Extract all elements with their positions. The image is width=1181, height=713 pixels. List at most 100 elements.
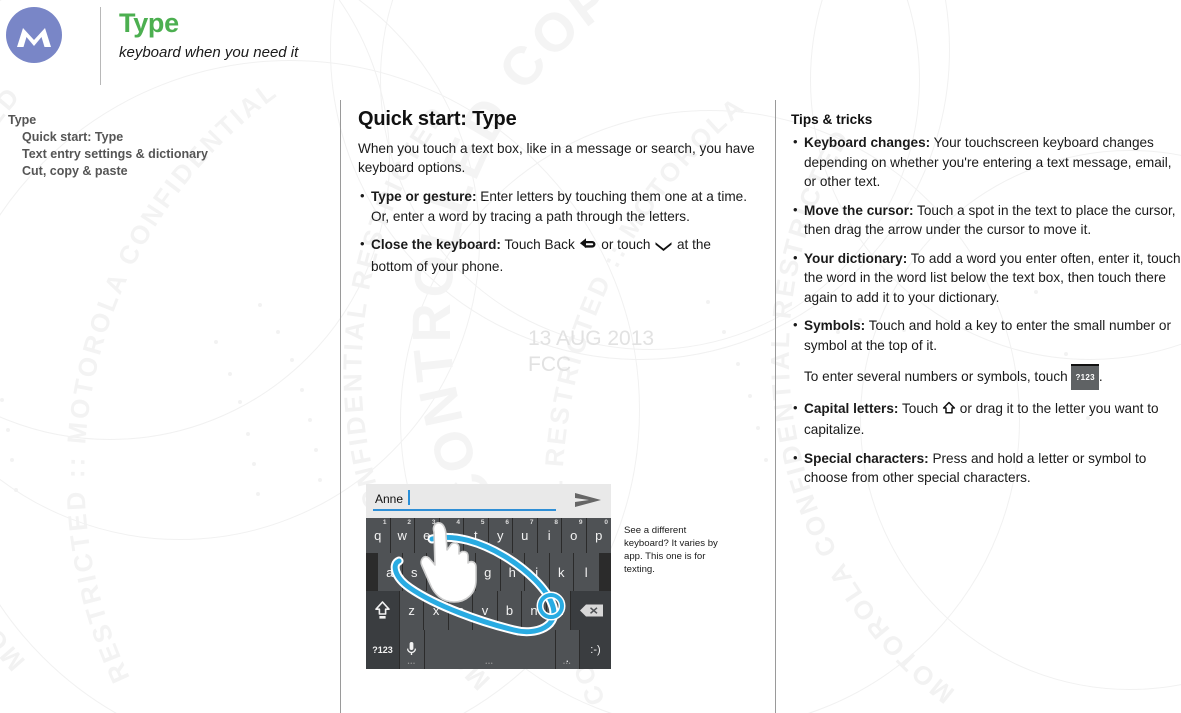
column-divider-left: [340, 100, 341, 713]
motorola-logo-icon: [6, 7, 62, 63]
toc-item-cut-copy-paste[interactable]: Cut, copy & paste: [8, 163, 308, 180]
key-j[interactable]: j: [525, 553, 550, 591]
key-d[interactable]: d: [427, 553, 452, 591]
microphone-key-icon[interactable]: •••: [400, 630, 425, 669]
backspace-key-icon[interactable]: [571, 591, 612, 630]
message-input-bar[interactable]: Anne: [366, 484, 611, 518]
key-label: t: [473, 528, 478, 543]
key-label: e: [423, 528, 431, 543]
main-content-column: Quick start: Type When you touch a text …: [358, 108, 756, 285]
key-p[interactable]: 0p: [586, 518, 611, 553]
tip-your-dictionary: Your dictionary: To add a word you enter…: [791, 248, 1181, 308]
key-label: r: [449, 528, 454, 543]
key-m[interactable]: m: [546, 591, 572, 630]
key-label: c: [457, 603, 464, 618]
symbols-key[interactable]: ?123: [366, 630, 400, 669]
toc-item-text-entry-settings[interactable]: Text entry settings & dictionary: [8, 146, 308, 163]
key-l[interactable]: l: [574, 553, 599, 591]
bullet-text-before: Touch Back: [500, 237, 579, 252]
chevron-down-icon: [654, 237, 673, 257]
fcc-stamp-label: FCC: [528, 353, 572, 376]
tip-label: Symbols:: [804, 318, 866, 333]
key-c[interactable]: c: [448, 591, 474, 630]
keyboard-caption: See a different keyboard? It varies by a…: [624, 525, 718, 575]
key-q[interactable]: 1q: [366, 518, 391, 553]
key-label: j: [535, 564, 539, 580]
key-alt-label: 2: [407, 519, 411, 526]
key-hint-dots: •••: [485, 661, 494, 667]
key-label: w: [397, 528, 407, 543]
keyboard-row-2: a s d f g h j k l: [366, 553, 611, 591]
key-x[interactable]: x: [424, 591, 449, 630]
shift-key-icon[interactable]: [366, 591, 400, 630]
key-b[interactable]: b: [497, 591, 523, 630]
tips-heading: Tips & tricks: [791, 112, 873, 127]
key-label: v: [481, 603, 489, 618]
key-t[interactable]: 5t: [464, 518, 489, 553]
tip-label: Your dictionary:: [804, 250, 908, 266]
header-divider: [100, 7, 101, 85]
quick-start-bullet-list: Type or gesture: Enter letters by touchi…: [358, 186, 756, 276]
key-a[interactable]: a: [378, 553, 403, 591]
key-i[interactable]: 8i: [537, 518, 562, 553]
tip-label: Keyboard changes:: [804, 135, 931, 150]
send-arrow-icon[interactable]: [573, 490, 603, 515]
page-title: Type: [119, 8, 179, 38]
key-label: l: [584, 564, 588, 580]
key-f[interactable]: f: [451, 553, 476, 591]
key-u[interactable]: 7u: [513, 518, 538, 553]
tip-label: Special characters:: [804, 450, 929, 466]
symbols-keycap-icon: ?123: [1071, 364, 1099, 390]
key-label: y: [497, 528, 504, 543]
key-o[interactable]: 9o: [562, 518, 587, 553]
tip-symbols: Symbols: Touch and hold a key to enter t…: [791, 315, 1181, 355]
tips-and-tricks-column: Tips & tricks Keyboard changes: Your tou…: [791, 112, 1181, 497]
key-alt-label: 9: [578, 519, 583, 526]
key-label: :-): [590, 643, 601, 656]
key-label: k: [558, 564, 565, 580]
bullet-close-the-keyboard: Close the keyboard: Touch Back or touch …: [358, 234, 756, 276]
key-s[interactable]: s: [402, 553, 427, 591]
keyboard-row-1: 1q 2w 3e 4r 5t 6y 7u 8i 9o 0p: [366, 518, 611, 553]
key-label: ?123: [372, 644, 393, 655]
section-intro: When you touch a text box, like in a mes…: [358, 141, 755, 175]
page-subtitle: keyboard when you need it: [119, 44, 299, 61]
key-label: z: [408, 603, 415, 618]
key-alt-label: 0: [604, 519, 608, 526]
tip-capital-letters: Capital letters: Touch or drag it to the…: [791, 398, 1181, 440]
tip-note-before: To enter several numbers or symbols, tou…: [804, 369, 1072, 384]
key-w[interactable]: 2w: [390, 518, 415, 553]
key-alt-label: 3: [431, 519, 436, 526]
key-n[interactable]: n: [522, 591, 547, 630]
key-r[interactable]: 4r: [439, 518, 464, 553]
fcc-date-stamp: 13 AUG 2013 FCC: [528, 326, 654, 378]
space-key[interactable]: •••: [424, 630, 556, 669]
bottom-navigation-bar: Menu More << Back Next >>: [0, 636, 340, 713]
tip-label: Capital letters:: [804, 400, 899, 416]
shift-arrow-icon: [942, 401, 956, 421]
key-label: m: [552, 603, 564, 618]
key-label: h: [508, 564, 516, 580]
key-label: b: [505, 603, 514, 618]
key-h[interactable]: h: [500, 553, 525, 591]
key-z[interactable]: z: [399, 591, 425, 630]
key-label: a: [386, 564, 394, 580]
key-y[interactable]: 6y: [488, 518, 513, 553]
key-g[interactable]: g: [476, 553, 501, 591]
key-label: s: [411, 564, 418, 580]
table-of-contents: Type Quick start: Type Text entry settin…: [8, 112, 308, 180]
key-v[interactable]: v: [473, 591, 498, 630]
key-label: i: [547, 528, 551, 543]
key-alt-label: 7: [529, 519, 534, 526]
period-key[interactable]: . •••: [555, 630, 580, 669]
key-k[interactable]: k: [549, 553, 574, 591]
key-label: q: [374, 528, 382, 543]
text-caret: [408, 490, 410, 505]
key-e[interactable]: 3e: [415, 518, 440, 553]
toc-item-quick-start[interactable]: Quick start: Type: [8, 129, 308, 146]
emoji-key[interactable]: :-): [580, 630, 611, 669]
key-label: o: [570, 528, 578, 543]
message-input-value: Anne: [375, 492, 404, 506]
row2-right-spacer: [598, 553, 611, 591]
key-label: p: [595, 528, 603, 543]
